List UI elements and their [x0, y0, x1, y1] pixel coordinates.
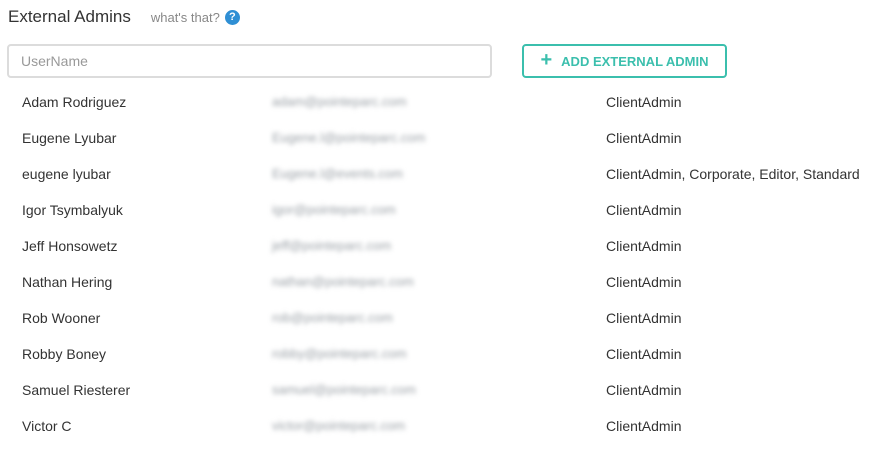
table-row[interactable]: eugene lyubar Eugene.l@events.com ClientAd…	[0, 156, 874, 192]
admin-roles: ClientAdmin, Corporate, Editor, Standard	[606, 166, 860, 182]
table-row[interactable]: Adam Rodriguez adam@pointeparc.com ClientA…	[0, 84, 874, 120]
admin-roles: ClientAdmin	[606, 382, 682, 398]
help-icon[interactable]: ?	[224, 9, 240, 25]
table-row[interactable]: Igor Tsymbalyuk igor@pointeparc.com Client…	[0, 192, 874, 228]
username-search-input[interactable]	[7, 44, 492, 78]
admin-name: Adam Rodriguez	[22, 94, 127, 110]
admin-roles: ClientAdmin	[606, 238, 682, 254]
page-header: External Admins what's that? ?	[8, 6, 240, 28]
admin-roles: ClientAdmin	[606, 346, 682, 362]
plus-icon: +	[540, 49, 553, 71]
table-row[interactable]: Robby Boney robby@pointeparc.com ClientAdm…	[0, 336, 874, 372]
admin-email: samuel@pointeparc.com	[272, 382, 416, 397]
admin-name: eugene lyubar	[22, 166, 111, 182]
page-title: External Admins	[8, 7, 131, 26]
table-row[interactable]: Victor C victor@pointeparc.com ClientAdmin	[0, 408, 874, 444]
table-row[interactable]: Nathan Hering nathan@pointeparc.com Client…	[0, 264, 874, 300]
admin-name: Samuel Riesterer	[22, 382, 131, 398]
admin-email: adam@pointeparc.com	[272, 94, 407, 109]
admin-name: Igor Tsymbalyuk	[22, 202, 123, 218]
admin-roles: ClientAdmin	[606, 94, 682, 110]
admin-email: igor@pointeparc.com	[272, 202, 396, 217]
admin-roles: ClientAdmin	[606, 202, 682, 218]
admin-roles: ClientAdmin	[606, 418, 682, 434]
add-external-admin-label: ADD EXTERNAL ADMIN	[561, 53, 709, 69]
admins-list: Adam Rodriguez adam@pointeparc.com ClientA…	[0, 84, 874, 444]
search-container	[7, 44, 492, 78]
whats-that-link[interactable]: what's that? ?	[150, 9, 240, 25]
admin-email: Eugene.l@events.com	[272, 166, 403, 181]
table-row[interactable]: Samuel Riesterer samuel@pointeparc.com Cli…	[0, 372, 874, 408]
admin-email: jeff@pointeparc.com	[272, 238, 392, 253]
admin-name: Victor C	[22, 418, 72, 434]
admin-email: nathan@pointeparc.com	[272, 274, 414, 289]
admin-name: Rob Wooner	[22, 310, 101, 326]
whats-that-label: what's that?	[150, 9, 220, 25]
admin-email: victor@pointeparc.com	[272, 418, 406, 433]
admin-name: Nathan Hering	[22, 274, 113, 290]
admin-email: robby@pointeparc.com	[272, 346, 407, 361]
admin-name: Jeff Honsowetz	[22, 238, 118, 254]
table-row[interactable]: Jeff Honsowetz jeff@pointeparc.com ClientA…	[0, 228, 874, 264]
external-admins-page: External Admins what's that? ? + ADD EXT…	[0, 0, 874, 450]
table-row[interactable]: Rob Wooner rob@pointeparc.com ClientAdmin	[0, 300, 874, 336]
admin-name: Robby Boney	[22, 346, 107, 362]
admin-roles: ClientAdmin	[606, 310, 682, 326]
add-external-admin-button[interactable]: + ADD EXTERNAL ADMIN	[522, 44, 727, 78]
admin-email: rob@pointeparc.com	[272, 310, 393, 325]
admin-email: Eugene.l@pointeparc.com	[272, 130, 426, 145]
admin-name: Eugene Lyubar	[22, 130, 117, 146]
table-row[interactable]: Eugene Lyubar Eugene.l@pointeparc.com Clie…	[0, 120, 874, 156]
admin-roles: ClientAdmin	[606, 130, 682, 146]
admin-roles: ClientAdmin	[606, 274, 682, 290]
